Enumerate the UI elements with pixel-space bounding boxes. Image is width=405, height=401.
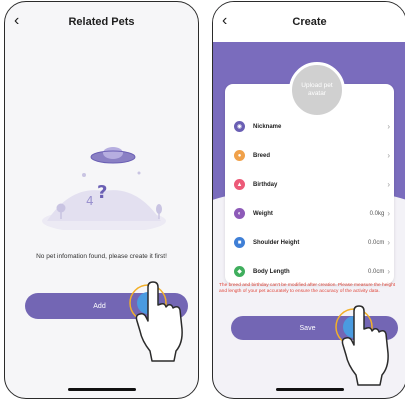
warning-text: The breed and birthday can't be modified… [219, 283, 396, 295]
chevron-right-icon: › [387, 238, 390, 247]
empty-state-illustration: ? 4 [42, 147, 166, 230]
field-shoulder-height[interactable]: ■ Shoulder Height 0.0cm › [225, 228, 394, 257]
add-button[interactable]: Add [25, 293, 188, 319]
nickname-icon: ◉ [234, 121, 245, 132]
navbar: ‹ Create [213, 2, 405, 42]
page-title: Create [292, 16, 327, 28]
chevron-right-icon: › [387, 267, 390, 276]
home-indicator [67, 388, 136, 391]
breed-icon: ● [234, 150, 245, 161]
create-pet-screen: ‹ Create Upload pet avatar ◉ Nickname › … [212, 1, 405, 399]
chevron-right-icon: › [387, 151, 390, 160]
page-title: Related Pets [68, 16, 135, 28]
upload-avatar-label: Upload pet avatar [301, 82, 333, 97]
home-indicator [275, 388, 344, 391]
weight-icon: ◐ [234, 208, 245, 219]
save-button[interactable]: Save [231, 316, 398, 340]
chevron-right-icon: › [387, 122, 390, 131]
field-weight[interactable]: ◐ Weight 0.0kg › [225, 199, 394, 228]
back-icon[interactable]: ‹ [222, 11, 227, 31]
empty-message: No pet infomation found, please create i… [36, 253, 167, 260]
add-button-label: Add [93, 302, 106, 310]
svg-text:?: ? [97, 182, 107, 203]
shoulder-height-icon: ■ [234, 237, 245, 248]
navbar: ‹ Related Pets [5, 2, 198, 42]
chevron-right-icon: › [387, 209, 390, 218]
field-birthday[interactable]: ▲ Birthday › [225, 170, 394, 199]
chevron-right-icon: › [387, 180, 390, 189]
related-pets-screen: ‹ Related Pets ? 4 No pet infomation fou… [4, 1, 199, 399]
upload-avatar-button[interactable]: Upload pet avatar [289, 62, 345, 118]
birthday-icon: ▲ [234, 179, 245, 190]
field-body-length[interactable]: ◆ Body Length 0.0cm › [225, 257, 394, 286]
svg-text:4: 4 [86, 194, 94, 208]
save-button-label: Save [299, 324, 316, 332]
back-icon[interactable]: ‹ [14, 11, 19, 31]
body-length-icon: ◆ [234, 266, 245, 277]
field-breed[interactable]: ● Breed › [225, 141, 394, 170]
form-fields: ◉ Nickname › ● Breed › ▲ Birthday › ◐ We… [225, 112, 394, 286]
